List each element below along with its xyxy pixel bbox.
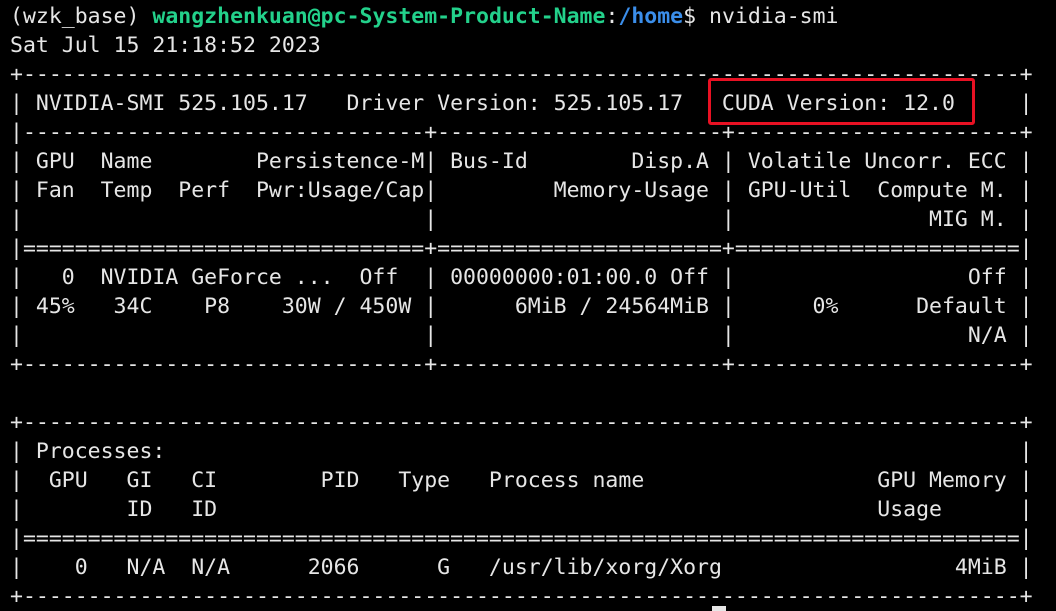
- smi-table-line: | | | MIG M. |: [10, 207, 1033, 232]
- current-directory: /home: [618, 4, 684, 29]
- smi-table-line: | GPU Name Persistence-M| Bus-Id Disp.A …: [10, 149, 1033, 174]
- conda-env: (wzk_base): [10, 4, 140, 29]
- smi-table-line: |===============================+=======…: [10, 236, 1033, 261]
- smi-table-line: [10, 379, 1056, 408]
- smi-table-line: +---------------------------------------…: [10, 410, 1033, 435]
- smi-table-line: +---------------------------------------…: [10, 584, 1033, 609]
- smi-table-line: | GPU GI CI PID Type Process name GPU Me…: [10, 468, 1033, 493]
- prompt-line: (wzk_base) wangzhenkuan@pc-System-Produc…: [10, 2, 1056, 31]
- terminal-window[interactable]: (wzk_base) wangzhenkuan@pc-System-Produc…: [10, 2, 1056, 611]
- smi-table-line: |=======================================…: [10, 526, 1033, 551]
- smi-table-line: |-------------------------------+-------…: [10, 120, 1033, 145]
- prompt-separator: :: [605, 4, 619, 29]
- user-host: wangzhenkuan@pc-System-Product-Name: [152, 4, 606, 29]
- smi-table-line: | ID ID Usage |: [10, 497, 1033, 522]
- smi-table-line: | NVIDIA-SMI 525.105.17 Driver Version: …: [10, 91, 1033, 116]
- timestamp-line: Sat Jul 15 21:18:52 2023: [10, 33, 321, 58]
- command-text: nvidia-smi: [709, 4, 839, 29]
- text-cursor: [712, 606, 726, 611]
- smi-output: +---------------------------------------…: [10, 60, 1056, 611]
- prompt-symbol: $: [683, 4, 697, 29]
- smi-table-line: +-------------------------------+-------…: [10, 352, 1033, 377]
- smi-table-line: | Fan Temp Perf Pwr:Usage/Cap| Memory-Us…: [10, 178, 1033, 203]
- smi-table-line: | 0 NVIDIA GeForce ... Off | 00000000:01…: [10, 265, 1033, 290]
- smi-table-line: +---------------------------------------…: [10, 62, 1033, 87]
- smi-table-line: | | | N/A |: [10, 323, 1033, 348]
- smi-table-line: | 45% 34C P8 30W / 450W | 6MiB / 24564Mi…: [10, 294, 1033, 319]
- smi-table-line: | 0 N/A N/A 2066 G /usr/lib/xorg/Xorg 4M…: [10, 555, 1033, 580]
- smi-table-line: | Processes: |: [10, 439, 1033, 464]
